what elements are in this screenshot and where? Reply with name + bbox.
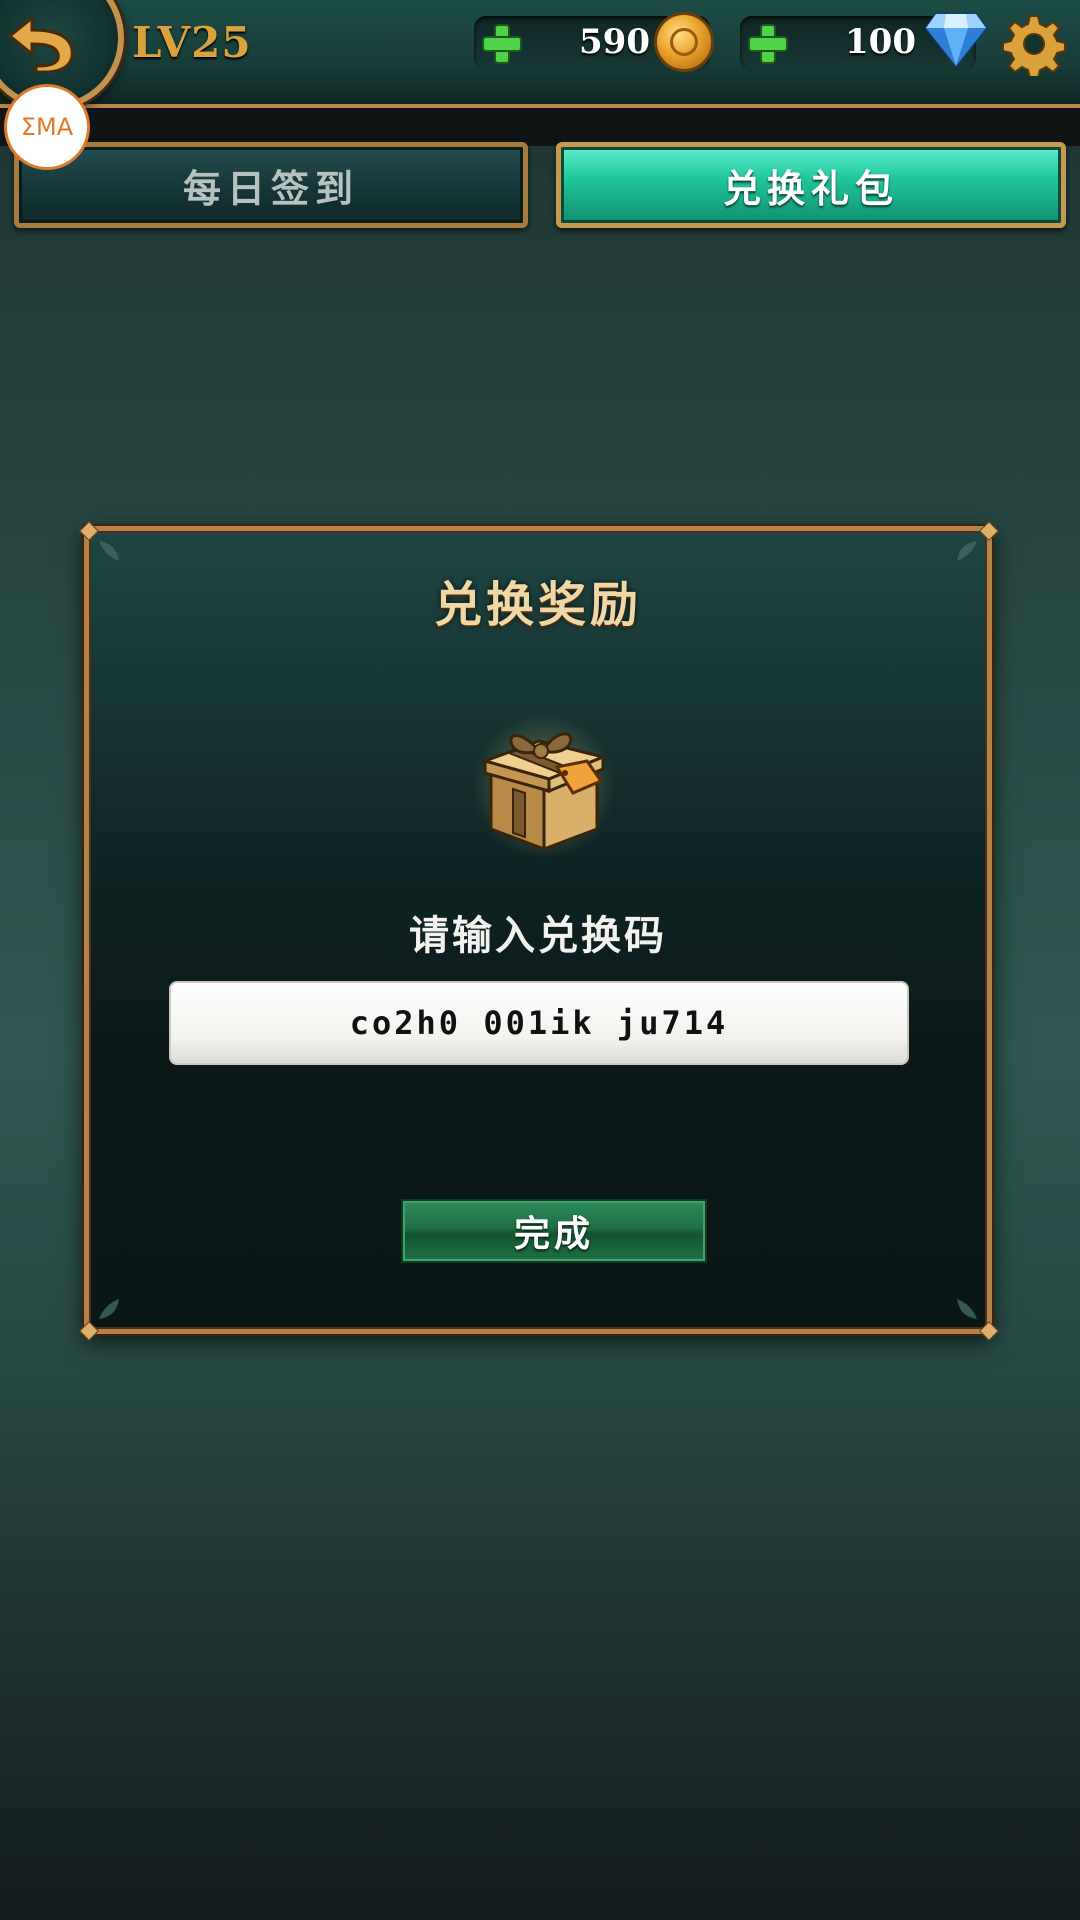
diamond-icon [924, 13, 988, 68]
header-shadow-strip [0, 108, 1080, 146]
code-prompt-label: 请输入兑换码 [409, 913, 667, 959]
gold-coin-icon [654, 12, 714, 72]
settings-gear-icon[interactable] [1002, 12, 1066, 76]
add-diamond-button[interactable] [742, 18, 792, 68]
gold-amount: 590 [579, 22, 650, 62]
redeem-code-input[interactable] [169, 981, 909, 1065]
done-button[interactable]: 完成 [401, 1199, 707, 1263]
frame-corner [977, 519, 999, 541]
player-level: LV25 [132, 18, 252, 67]
frame-corner [77, 1319, 99, 1341]
frame-corner [77, 519, 99, 541]
leaf-ornament-icon [99, 1299, 119, 1319]
add-gold-button[interactable] [476, 18, 526, 68]
gold-currency: 590 [474, 12, 714, 72]
back-arrow-icon [7, 14, 74, 72]
leaf-ornament-icon [957, 1299, 977, 1319]
tab-redeem-gift[interactable]: 兑换礼包 [556, 142, 1066, 228]
gift-box-icon [472, 714, 616, 858]
frame-corner [977, 1319, 999, 1341]
redeem-screen: LV25 590 100 ΣMA 每日签到 兑换礼包 兑换奖励 请输入兑换码 c… [0, 0, 1080, 1920]
diamond-currency: 100 [740, 13, 988, 70]
diamond-amount: 100 [845, 22, 916, 62]
redeem-dialog: 兑换奖励 请输入兑换码 co2h0 001ik ju714 完成 [84, 526, 992, 1334]
overlay-badge: ΣMA [4, 84, 90, 170]
dialog-title: 兑换奖励 [433, 577, 642, 633]
tab-daily-checkin[interactable]: 每日签到 [14, 142, 528, 228]
top-bar: LV25 590 100 [0, 0, 1080, 118]
